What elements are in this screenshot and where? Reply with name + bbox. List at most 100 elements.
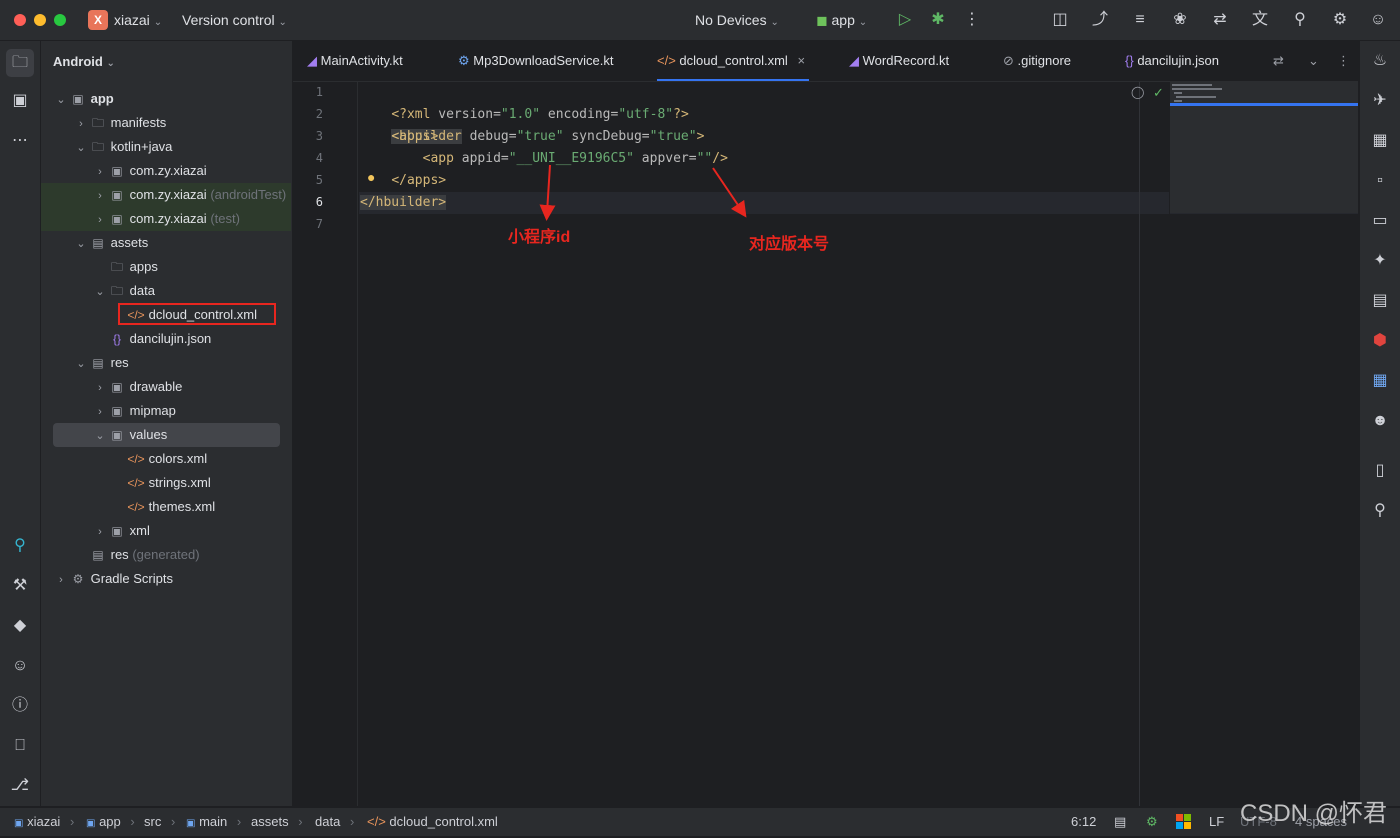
tree-item[interactable]: </> colors.xml — [41, 447, 291, 471]
tree-item[interactable]: </> strings.xml — [41, 471, 291, 495]
code-line[interactable]: </hbuilder> — [360, 192, 447, 214]
tree-item[interactable]: ⌄ ▤ res — [41, 351, 291, 375]
account-icon[interactable]: ☺ — [1368, 10, 1388, 30]
chevron-down-icon[interactable]: ⌄ — [73, 352, 89, 376]
tab-mp3-download-service[interactable]: ⚙ Mp3DownloadService.kt — [458, 41, 613, 81]
red-cube-icon[interactable]: ⬢ — [1368, 329, 1392, 353]
tree-item[interactable]: › ▣ mipmap — [41, 399, 291, 423]
vcs-status-icon[interactable]: ⚙ — [1146, 808, 1158, 836]
minimize-window-button[interactable] — [34, 14, 46, 26]
tab-dcloud-control[interactable]: </> dcloud_control.xml × — [657, 41, 810, 81]
clipboard-icon[interactable]: ▫ — [1368, 169, 1392, 193]
tree-item[interactable]: › ▣ com.zy.xiazai (androidTest) — [41, 183, 291, 207]
tree-item[interactable]: › ▣ com.zy.xiazai (test) — [41, 207, 291, 231]
breadcrumb-item[interactable]: src › — [144, 808, 175, 836]
chevron-right-icon[interactable]: › — [73, 112, 89, 136]
close-tab-icon[interactable]: × — [797, 53, 805, 68]
chevron-right-icon[interactable]: › — [92, 208, 108, 232]
version-control-menu[interactable]: Version control ⌄ — [182, 0, 287, 40]
tab-word-record[interactable]: ◢ WordRecord.kt — [849, 41, 949, 81]
project-view-selector[interactable]: Android ⌄ — [53, 50, 115, 74]
debug-icon[interactable]: ✱ — [928, 10, 948, 30]
chevron-right-icon[interactable]: › — [92, 376, 108, 400]
assistant-icon[interactable]: ▤ — [1368, 289, 1392, 313]
device-selector[interactable]: No Devices ⌄ — [695, 0, 779, 40]
app-quality-insights-icon[interactable]: ⚲ — [8, 534, 32, 558]
breadcrumb-item[interactable]: ▣ app › — [86, 808, 135, 836]
tree-item[interactable]: 🗀 apps — [41, 255, 291, 279]
zoom-window-button[interactable] — [54, 14, 66, 26]
tree-item[interactable]: ⌄ ▣ app — [41, 87, 291, 111]
tree-item[interactable]: ▤ res (generated) — [41, 543, 291, 567]
tabs-dropdown-icon[interactable]: ⌄ — [1308, 41, 1319, 81]
tree-item[interactable]: ⌄ 🗀 kotlin+java — [41, 135, 291, 159]
chevron-right-icon[interactable]: › — [92, 400, 108, 424]
no-problems-check-icon[interactable]: ✓ — [1153, 85, 1164, 101]
project-folder-icon[interactable]: 🗀 — [6, 49, 34, 77]
terminal-icon[interactable]: ⎕ — [8, 734, 32, 758]
chevron-down-icon[interactable]: ⌄ — [73, 232, 89, 256]
chevron-down-icon[interactable]: ⌄ — [92, 424, 108, 448]
tree-item[interactable]: ⌄ ▤ assets — [41, 231, 291, 255]
code-line[interactable]: <apps> — [360, 126, 438, 148]
tree-item[interactable]: › ▣ com.zy.xiazai — [41, 159, 291, 183]
copilot-icon[interactable]: ☻ — [1368, 409, 1392, 433]
tree-item[interactable]: ⌄ ▣ values — [53, 423, 280, 447]
chevron-right-icon[interactable]: › — [92, 160, 108, 184]
tree-item[interactable]: › ⚙ Gradle Scripts — [41, 567, 291, 591]
tree-item[interactable]: {} dancilujin.json — [41, 327, 291, 351]
line-separator[interactable]: LF — [1209, 808, 1224, 836]
minimap[interactable] — [1170, 82, 1358, 213]
cursor-position[interactable]: 6:12 — [1071, 808, 1096, 836]
tree-item[interactable]: › ▣ drawable — [41, 375, 291, 399]
tree-item[interactable]: </> dcloud_control.xml — [41, 303, 291, 327]
device-explorer-icon[interactable]: ▦ — [1368, 129, 1392, 153]
notifications-icon[interactable]: ♨ — [1368, 49, 1392, 73]
running-devices-icon[interactable]: ▯ — [1368, 459, 1392, 483]
tree-item[interactable]: </> themes.xml — [41, 495, 291, 519]
layout-inspector-icon[interactable]: ▦ — [1368, 369, 1392, 393]
chevron-down-icon[interactable]: ⌄ — [73, 136, 89, 160]
reader-mode-icon[interactable]: ◯ — [1131, 85, 1144, 99]
pin-tabs-icon[interactable]: ⇄ — [1273, 41, 1284, 81]
tab-dancilujin-json[interactable]: {} dancilujin.json — [1125, 41, 1219, 81]
breadcrumb-item[interactable]: ▣ main › — [186, 808, 241, 836]
breadcrumb-item[interactable]: assets › — [251, 808, 303, 836]
tree-item[interactable]: ⌄ 🗀 data — [41, 279, 291, 303]
code-line[interactable]: <?xml version="1.0" encoding="utf-8"?> — [360, 82, 688, 122]
breadcrumb-item[interactable]: data › — [315, 808, 354, 836]
more-actions-icon[interactable]: ⋮ — [962, 10, 982, 30]
chevron-right-icon[interactable]: › — [92, 184, 108, 208]
project-name[interactable]: xiazai ⌄ — [114, 0, 162, 40]
code-line[interactable]: <hbuilder debug="true" syncDebug="true"> — [360, 104, 704, 144]
tree-item[interactable]: › ▣ xml — [41, 519, 291, 543]
git-branch-icon[interactable]: ⎇ — [8, 774, 32, 798]
project-badge[interactable]: X — [88, 10, 108, 30]
run-config-selector[interactable]: ◼ app ⌄ — [816, 0, 867, 40]
run-icon[interactable]: ▷ — [895, 10, 915, 30]
format-lines-icon[interactable]: ≡ — [1130, 10, 1150, 30]
language-icon[interactable]: 文 — [1250, 10, 1270, 30]
chevron-down-icon[interactable]: ⌄ — [92, 280, 108, 304]
settings-icon[interactable]: ⚙ — [1330, 10, 1350, 30]
breadcrumb-item[interactable]: </> dcloud_control.xml — [367, 808, 498, 836]
tabs-more-icon[interactable]: ⋮ — [1337, 41, 1350, 81]
structure-icon[interactable]: ▣ — [8, 89, 32, 113]
logcat-icon[interactable]: ☺ — [8, 654, 32, 678]
code-line[interactable]: <app appid="__UNI__E9196C5" appver=""/> — [360, 148, 728, 170]
chevron-right-icon[interactable]: › — [92, 520, 108, 544]
device-manager-icon[interactable]: ◫ — [1050, 10, 1070, 30]
tree-item[interactable]: › 🗀 manifests — [41, 111, 291, 135]
problems-icon[interactable]: ⓘ — [8, 694, 32, 718]
bug-icon[interactable]: ❀ — [1170, 10, 1190, 30]
resource-manager-icon[interactable]: ▭ — [1368, 209, 1392, 233]
gemini-icon[interactable]: ✦ — [1368, 249, 1392, 273]
tab-gitignore[interactable]: ⊘ .gitignore — [1003, 41, 1071, 81]
sync-icon[interactable]: ⇄ — [1210, 10, 1230, 30]
device-file-search-icon[interactable]: ⚲ — [1368, 499, 1392, 523]
tab-main-activity[interactable]: ◢ MainActivity.kt — [307, 41, 403, 81]
search-icon[interactable]: ⚲ — [1290, 10, 1310, 30]
breadcrumb-item[interactable]: ▣ xiazai › — [14, 808, 74, 836]
code-line[interactable]: </apps> — [360, 170, 446, 192]
reader-mode-icon[interactable]: ▤ — [1114, 808, 1126, 836]
